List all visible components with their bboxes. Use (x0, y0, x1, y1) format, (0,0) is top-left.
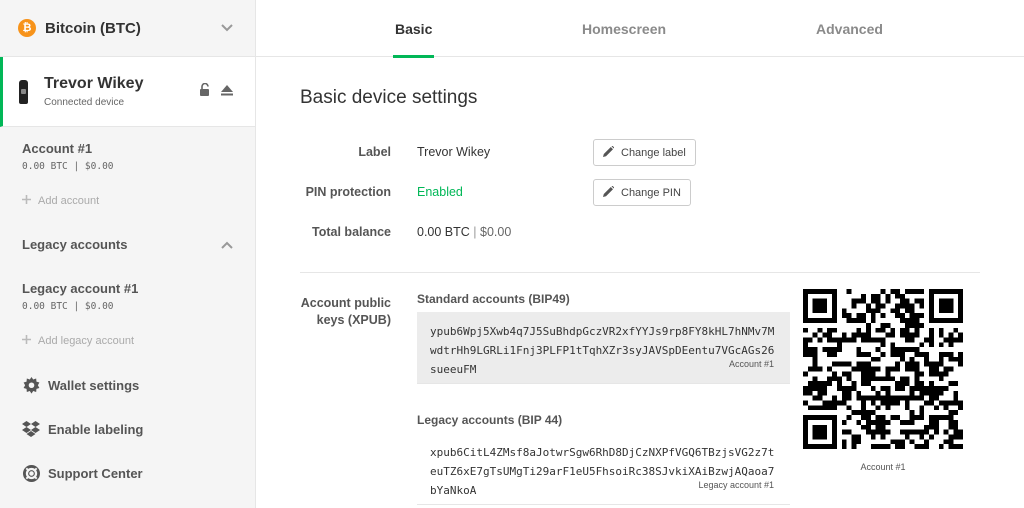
add-account-link[interactable]: Add account (0, 195, 99, 207)
pin-key: PIN protection (305, 185, 391, 199)
balance-separator: | (473, 225, 477, 239)
add-account-label: Add account (38, 195, 100, 207)
chevron-down-icon[interactable] (217, 18, 237, 38)
balance-usd: $0.00 (480, 225, 512, 239)
device-status: Connected device (44, 97, 125, 108)
support-center-label: Support Center (48, 465, 143, 481)
add-legacy-account-link[interactable]: Add legacy account (0, 335, 134, 347)
chevron-up-icon[interactable] (221, 237, 233, 252)
legacy-account-title: Legacy account #1 (22, 281, 139, 296)
tab-advanced[interactable]: Advanced (816, 0, 883, 57)
legacy-accounts-heading: Legacy accounts (BIP 44) (417, 413, 563, 427)
device-info: Trevor Wikey Connected device (44, 75, 143, 108)
standard-accounts-heading: Standard accounts (BIP49) (417, 292, 570, 306)
change-label-text: Change label (621, 146, 686, 159)
account-balance: 0.00 BTC | $0.00 (22, 161, 114, 172)
wallet-settings-label: Wallet settings (48, 377, 140, 393)
lifebuoy-icon (22, 464, 40, 482)
unlock-icon[interactable] (199, 82, 211, 99)
label-value: Trevor Wikey (417, 145, 491, 159)
tab-basic[interactable]: Basic (392, 0, 435, 58)
coin-name: Bitcoin (BTC) (45, 19, 141, 37)
pencil-icon (603, 145, 615, 160)
gear-icon (22, 376, 40, 394)
plus-icon (22, 335, 31, 347)
standard-xpub-box[interactable]: ypub6Wpj5Xwb4q7J5SuBhdpGczVR2xfYYJs9rp8F… (417, 312, 790, 384)
pin-status: Enabled (417, 185, 463, 199)
menu-wallet-settings[interactable]: Wallet settings (0, 375, 139, 395)
xpub-key-label: Account public keys (XPUB) (300, 295, 391, 329)
change-pin-button[interactable]: Change PIN (593, 179, 691, 206)
balance-btc: 0.00 BTC (417, 225, 470, 239)
xpub-qr-code (803, 289, 963, 449)
dropbox-icon (22, 420, 40, 438)
xpub-label-line1: Account public (300, 296, 391, 310)
enable-labeling-label: Enable labeling (48, 421, 144, 437)
device-name: Trevor Wikey (44, 75, 144, 92)
tab-homescreen[interactable]: Homescreen (582, 0, 666, 57)
standard-xpub-account: Account #1 (728, 359, 774, 369)
divider (300, 272, 980, 273)
legacy-xpub-box[interactable]: xpub6CitL4ZMsf8aJotwrSgw6RhD8DjCzNXPfVGQ… (417, 433, 790, 505)
xpub-label-line2: keys (XPUB) (316, 313, 391, 327)
legacy-xpub-account: Legacy account #1 (698, 480, 774, 490)
total-balance: 0.00 BTC | $0.00 (417, 225, 511, 239)
sidebar: ₿ Bitcoin (BTC) Trevor Wikey Connected d… (0, 0, 256, 508)
legacy-accounts-section: Legacy accounts (BIP 44) xpub6CitL4ZMsf8… (417, 413, 790, 505)
legacy-accounts-title: Legacy accounts (22, 237, 128, 252)
bitcoin-icon: ₿ (18, 19, 36, 37)
pencil-icon (603, 185, 615, 200)
coin-selector[interactable]: ₿ Bitcoin (BTC) (0, 0, 255, 57)
page-title: Basic device settings (300, 87, 478, 108)
menu-support-center[interactable]: Support Center (0, 463, 143, 483)
device-header[interactable]: Trevor Wikey Connected device (0, 57, 255, 127)
trezor-device-icon (19, 79, 28, 104)
balance-key: Total balance (312, 225, 391, 239)
main-panel: Basic Homescreen Advanced Basic device s… (256, 0, 1024, 508)
legacy-accounts-header[interactable]: Legacy accounts (0, 237, 255, 252)
menu-enable-labeling[interactable]: Enable labeling (0, 419, 143, 439)
account-title: Account #1 (22, 141, 93, 156)
account-item[interactable]: Account #1 0.00 BTC | $0.00 (0, 141, 136, 172)
app-window: ₿ Bitcoin (BTC) Trevor Wikey Connected d… (0, 0, 1024, 508)
change-pin-text: Change PIN (621, 186, 681, 199)
label-key: Label (358, 145, 391, 159)
legacy-account-item[interactable]: Legacy account #1 0.00 BTC | $0.00 (0, 281, 160, 312)
device-actions (199, 82, 233, 99)
eject-icon[interactable] (221, 84, 233, 99)
settings-tabs: Basic Homescreen Advanced (256, 0, 1024, 58)
qr-caption: Account #1 (860, 462, 906, 472)
change-label-button[interactable]: Change label (593, 139, 696, 166)
add-legacy-account-label: Add legacy account (38, 335, 135, 347)
plus-icon (22, 195, 31, 207)
standard-xpub-key[interactable]: ypub6Wpj5Xwb4q7J5SuBhdpGczVR2xfYYJs9rp8F… (430, 322, 775, 379)
legacy-account-balance: 0.00 BTC | $0.00 (22, 301, 114, 312)
standard-accounts-section: Standard accounts (BIP49) ypub6Wpj5Xwb4q… (417, 292, 790, 384)
